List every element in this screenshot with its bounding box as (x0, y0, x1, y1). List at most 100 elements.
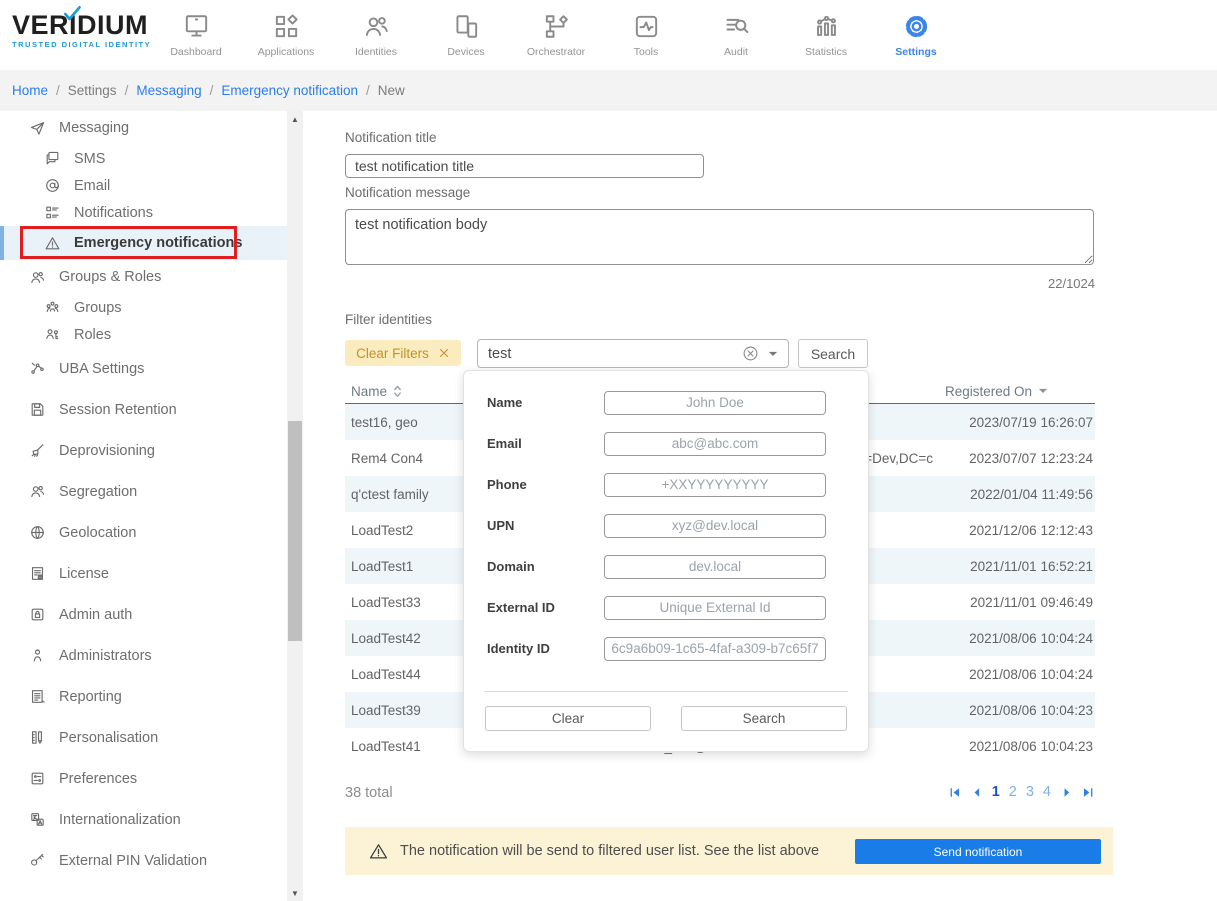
notification-title-input[interactable] (345, 154, 704, 178)
panel-search-button[interactable]: Search (681, 706, 847, 731)
sidebar-item-groups[interactable]: Groups (0, 294, 287, 321)
clear-filters-chip[interactable]: Clear Filters (345, 340, 461, 366)
list-boxes-icon (44, 204, 61, 221)
send-notification-button[interactable]: Send notification (855, 839, 1101, 864)
sidebar-item-external-pin-validation[interactable]: External PIN Validation (0, 840, 287, 881)
close-icon[interactable] (438, 347, 450, 359)
nav-item-dashboard[interactable]: Dashboard (151, 0, 241, 70)
notification-title-label: Notification title (345, 130, 437, 145)
panel-input-domain[interactable] (604, 554, 826, 579)
page-number-4[interactable]: 4 (1043, 784, 1051, 800)
panel-field-row: UPN (464, 505, 868, 546)
breadcrumb-emergency-notification[interactable]: Emergency notification (221, 83, 358, 98)
page-next-icon[interactable] (1060, 786, 1073, 799)
banner-message: The notification will be send to filtere… (400, 843, 820, 859)
sidebar-item-email[interactable]: Email (0, 172, 287, 199)
globe-icon (29, 524, 46, 541)
cell-name: LoadTest42 (351, 630, 421, 646)
panel-field-row: Name (464, 382, 868, 423)
char-counter: 22/1024 (1048, 276, 1095, 291)
sliders-icon (29, 770, 46, 787)
cell-name: test16, geo (351, 414, 418, 430)
panel-input-name[interactable] (604, 390, 826, 415)
sidebar-item-internationalization[interactable]: Internationalization (0, 799, 287, 840)
panel-input-external-id[interactable] (604, 595, 826, 620)
scroll-down-arrow-icon[interactable]: ▼ (287, 885, 303, 901)
column-header-name[interactable]: Name (345, 379, 465, 403)
panel-input-phone[interactable] (604, 472, 826, 497)
veridium-logo[interactable]: VERIDIUM TRUSTED DIGITAL IDENTITY (12, 6, 152, 49)
pagination: 1234 (940, 784, 1095, 800)
sidebar-item-preferences[interactable]: Preferences (0, 758, 287, 799)
panel-input-upn[interactable] (604, 513, 826, 538)
sidebar-item-session-retention[interactable]: Session Retention (0, 389, 287, 430)
sidebar-item-emergency-notifications[interactable]: Emergency notifications (0, 226, 287, 260)
sidebar-item-geolocation[interactable]: Geolocation (0, 512, 287, 553)
search-button[interactable]: Search (798, 339, 868, 368)
sidebar-item-messaging[interactable]: Messaging (0, 111, 287, 145)
chevron-down-icon[interactable] (768, 351, 778, 357)
nav-item-identities[interactable]: Identities (331, 0, 421, 70)
clear-search-icon[interactable] (742, 345, 759, 362)
page-last-icon[interactable] (1082, 786, 1095, 799)
filter-dropdown-panel: Name Email Phone UPN Domain External ID … (463, 370, 869, 752)
sidebar-item-segregation[interactable]: Segregation (0, 471, 287, 512)
page-first-icon[interactable] (948, 786, 961, 799)
sidebar-item-roles[interactable]: Roles (0, 321, 287, 348)
key-icon (29, 852, 46, 869)
panel-field-row: Phone (464, 464, 868, 505)
identity-search-input[interactable] (478, 345, 742, 362)
sms-icon (44, 150, 61, 167)
sidebar-scrollbar[interactable]: ▲ ▼ (287, 111, 303, 901)
panel-input-identity-id[interactable] (604, 636, 826, 661)
nav-item-applications[interactable]: Applications (241, 0, 331, 70)
page-prev-icon[interactable] (970, 786, 983, 799)
nav-item-devices[interactable]: Devices (421, 0, 511, 70)
nav-item-audit[interactable]: Audit (691, 0, 781, 70)
panel-field-row: External ID (464, 587, 868, 628)
cell-registered-on: 2021/12/06 12:12:43 (969, 522, 1093, 538)
breadcrumb-home[interactable]: Home (12, 83, 48, 98)
nav-item-settings[interactable]: Settings (871, 0, 961, 70)
cell-name: Rem4 Con4 (351, 450, 424, 466)
page-number-3[interactable]: 3 (1026, 784, 1034, 800)
column-header-registered-on[interactable]: Registered On (935, 379, 1095, 403)
send-icon (29, 120, 46, 137)
sidebar-item-notifications[interactable]: Notifications (0, 199, 287, 226)
audit-icon (722, 12, 751, 41)
sidebar-item-sms[interactable]: SMS (0, 145, 287, 172)
notification-message-textarea[interactable]: test notification body (345, 209, 1094, 265)
breadcrumb: Home / Settings / Messaging / Emergency notifi… (0, 70, 1217, 111)
cell-registered-on: 2021/08/06 10:04:24 (969, 630, 1093, 646)
tools-icon (632, 12, 661, 41)
sidebar-item-groups-roles[interactable]: Groups & Roles (0, 260, 287, 294)
page-number-1[interactable]: 1 (992, 784, 1000, 800)
logo-text: VERIDIUM (12, 10, 149, 40)
sidebar-item-reporting[interactable]: Reporting (0, 676, 287, 717)
panel-clear-button[interactable]: Clear (485, 706, 651, 731)
sidebar-item-deprovisioning[interactable]: Deprovisioning (0, 430, 287, 471)
breadcrumb-separator: / (56, 83, 60, 98)
sidebar-item-admin-auth[interactable]: Admin auth (0, 594, 287, 635)
panel-input-email[interactable] (604, 431, 826, 456)
sidebar-item-administrators[interactable]: Administrators (0, 635, 287, 676)
sidebar-item-license[interactable]: License (0, 553, 287, 594)
identity-search-combo[interactable] (477, 339, 789, 368)
nav-item-tools[interactable]: Tools (601, 0, 691, 70)
sidebar-item-personalisation[interactable]: Personalisation (0, 717, 287, 758)
route-icon (29, 360, 46, 377)
breadcrumb-messaging[interactable]: Messaging (136, 83, 201, 98)
scrollbar-thumb[interactable] (288, 421, 302, 641)
person-icon (29, 647, 46, 664)
panel-label-domain: Domain (487, 559, 535, 574)
scroll-up-arrow-icon[interactable]: ▲ (287, 111, 303, 127)
panel-field-row: Identity ID (464, 628, 868, 669)
sidebar-item-uba-settings[interactable]: UBA Settings (0, 348, 287, 389)
nav-item-orchestrator[interactable]: Orchestrator (511, 0, 601, 70)
panel-label-upn: UPN (487, 518, 515, 533)
nav-item-statistics[interactable]: Statistics (781, 0, 871, 70)
page-number-2[interactable]: 2 (1009, 784, 1017, 800)
cell-name: LoadTest41 (351, 738, 421, 754)
people-icon (29, 269, 46, 286)
applications-icon (272, 12, 301, 41)
